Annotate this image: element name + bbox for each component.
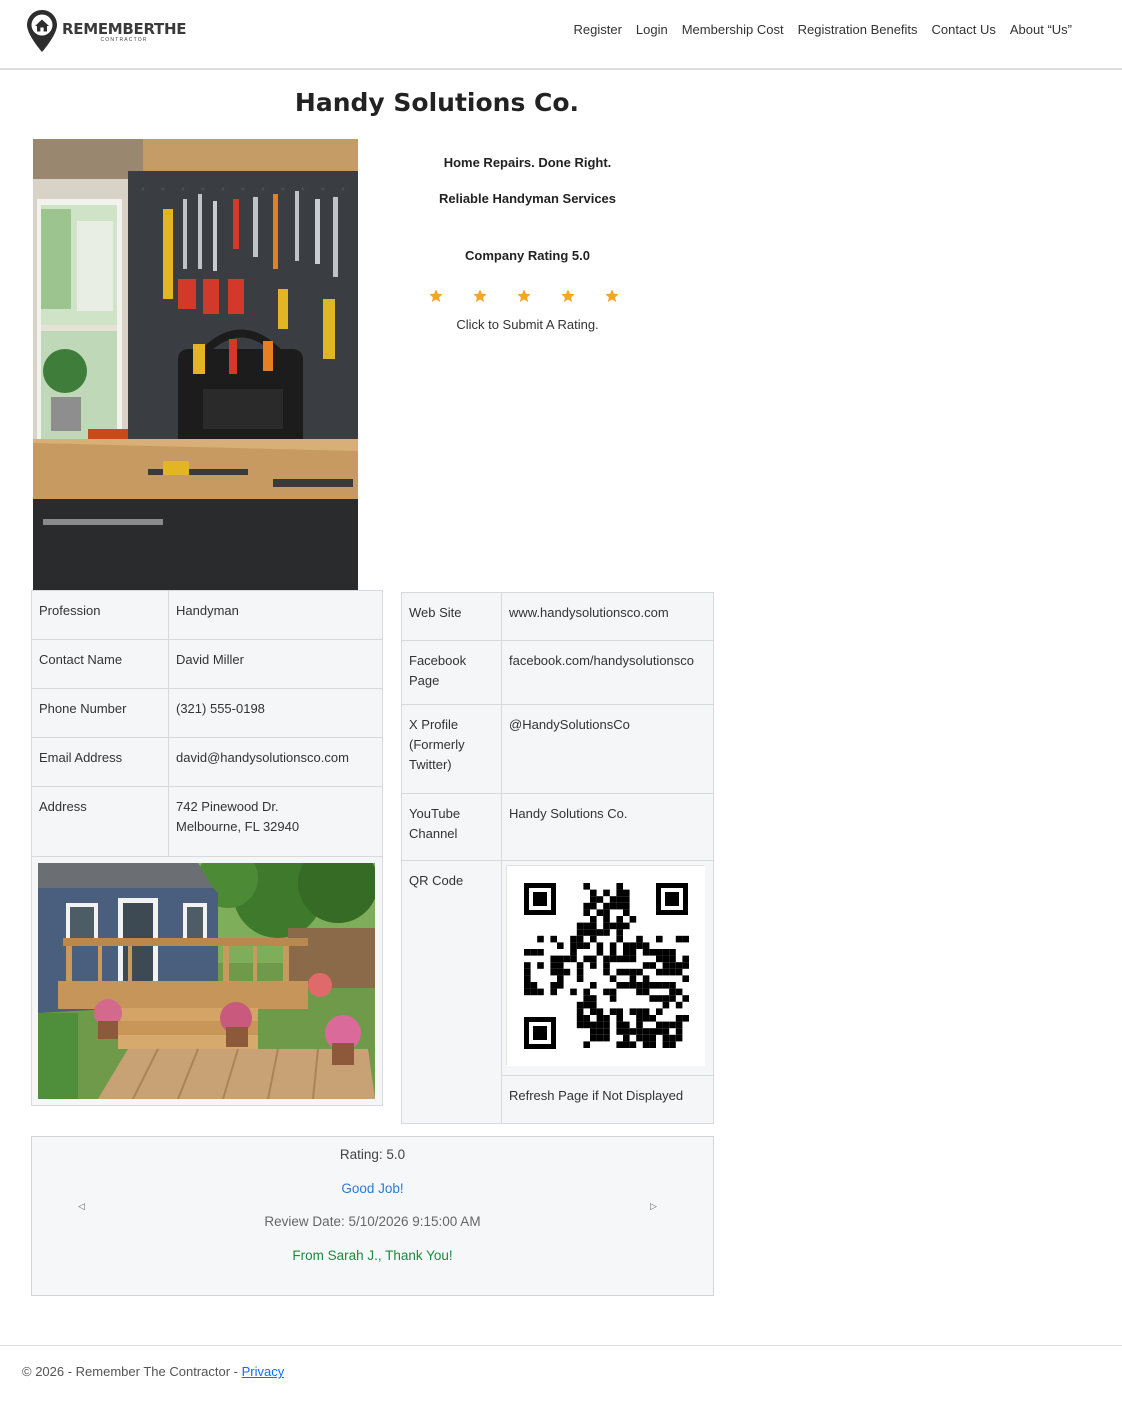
nav-register[interactable]: Register xyxy=(573,22,621,37)
star-rating[interactable] xyxy=(428,288,648,304)
main-nav: Register Login Membership Cost Registrat… xyxy=(559,22,1072,37)
privacy-link[interactable]: Privacy xyxy=(242,1364,285,1379)
x-profile-link[interactable]: @HandySolutionsCo xyxy=(501,704,714,794)
qr-code-image xyxy=(506,865,705,1066)
profession-value: Handyman xyxy=(168,590,383,640)
caret-left-icon[interactable]: ◁ xyxy=(78,1201,85,1212)
x-profile-label: X Profile (Formerly Twitter) xyxy=(401,704,502,794)
star-icon[interactable] xyxy=(516,288,532,304)
company-rating-label: Company Rating 5.0 xyxy=(465,248,590,263)
website-label: Web Site xyxy=(401,592,502,641)
review-carousel: Rating: 5.0 Good Job! Review Date: 5/10/… xyxy=(31,1136,714,1296)
company-name-title: Handy Solutions Co. xyxy=(294,88,580,117)
nav-registration-benefits[interactable]: Registration Benefits xyxy=(798,22,918,37)
qr-code-cell xyxy=(501,860,714,1076)
table-row: Email Address david@handysolutionsco.com xyxy=(31,737,383,787)
table-row xyxy=(31,856,383,1106)
address-line-1: 742 Pinewood Dr. xyxy=(176,799,279,814)
facebook-label: Facebook Page xyxy=(401,640,502,705)
address-line-2: Melbourne, FL 32940 xyxy=(176,819,300,834)
table-row: QR Code xyxy=(401,860,714,1124)
star-icon[interactable] xyxy=(604,288,620,304)
nav-membership-cost[interactable]: Membership Cost xyxy=(682,22,784,37)
top-navbar: REMEMBERTHE CONTRACTOR Register Login Me… xyxy=(0,0,1122,70)
deck-photo xyxy=(38,863,375,1099)
table-row: YouTube Channel Handy Solutions Co. xyxy=(401,793,714,861)
facebook-link[interactable]: facebook.com/handysolutionsco xyxy=(501,640,714,705)
contact-name-label: Contact Name xyxy=(31,639,169,689)
footer-text: © 2026 - Remember The Contractor - Priva… xyxy=(22,1364,284,1379)
table-row: Facebook Page facebook.com/handysolution… xyxy=(401,640,714,705)
review-rating: Rating: 5.0 xyxy=(339,1147,406,1162)
nav-about-us[interactable]: About “Us” xyxy=(1010,22,1072,37)
table-row: X Profile (Formerly Twitter) @HandySolut… xyxy=(401,704,714,794)
youtube-link[interactable]: Handy Solutions Co. xyxy=(501,793,714,861)
caret-right-icon[interactable]: ▷ xyxy=(650,1201,657,1212)
email-label: Email Address xyxy=(31,737,169,787)
footer-copyright: © 2026 - Remember The Contractor - xyxy=(22,1364,242,1379)
tagline-primary: Home Repairs. Done Right. xyxy=(443,155,612,170)
phone-value[interactable]: (321) 555-0198 xyxy=(168,688,383,738)
review-title: Good Job! xyxy=(341,1181,404,1196)
website-link[interactable]: www.handysolutionsco.com xyxy=(501,592,714,641)
table-row: Contact Name David Miller xyxy=(31,639,383,689)
email-value[interactable]: david@handysolutionsco.com xyxy=(168,737,383,787)
nav-contact-us[interactable]: Contact Us xyxy=(932,22,996,37)
site-logo[interactable]: REMEMBERTHE CONTRACTOR xyxy=(26,9,186,53)
tagline-secondary: Reliable Handyman Services xyxy=(438,191,617,206)
address-label: Address xyxy=(31,786,169,857)
qr-code-label: QR Code xyxy=(401,860,502,1124)
youtube-label: YouTube Channel xyxy=(401,793,502,861)
rating-hint: Click to Submit A Rating. xyxy=(456,317,599,332)
table-row: Web Site www.handysolutionsco.com xyxy=(401,592,714,641)
address-value: 742 Pinewood Dr. Melbourne, FL 32940 xyxy=(168,786,383,857)
contractor-details-table: Profession Handyman Contact Name David M… xyxy=(31,590,383,1106)
phone-label: Phone Number xyxy=(31,688,169,738)
page-footer: © 2026 - Remember The Contractor - Priva… xyxy=(0,1345,1122,1379)
workshop-photo xyxy=(33,139,358,590)
table-row: Profession Handyman xyxy=(31,590,383,640)
table-row: Address 742 Pinewood Dr. Melbourne, FL 3… xyxy=(31,786,383,857)
logo-wordmark: REMEMBERTHE xyxy=(62,19,187,38)
profession-label: Profession xyxy=(31,590,169,640)
review-author: From Sarah J., Thank You! xyxy=(292,1248,453,1263)
star-icon[interactable] xyxy=(428,288,444,304)
qr-refresh-note: Refresh Page if Not Displayed xyxy=(501,1075,714,1124)
contractor-links-table: Web Site www.handysolutionsco.com Facebo… xyxy=(401,592,714,1124)
map-pin-house-icon xyxy=(27,10,57,52)
star-icon[interactable] xyxy=(560,288,576,304)
nav-login[interactable]: Login xyxy=(636,22,668,37)
deck-photo-cell xyxy=(31,856,383,1106)
star-icon[interactable] xyxy=(472,288,488,304)
contact-name-value: David Miller xyxy=(168,639,383,689)
review-date: Review Date: 5/10/2026 9:15:00 AM xyxy=(264,1214,481,1229)
table-row: Phone Number (321) 555-0198 xyxy=(31,688,383,738)
